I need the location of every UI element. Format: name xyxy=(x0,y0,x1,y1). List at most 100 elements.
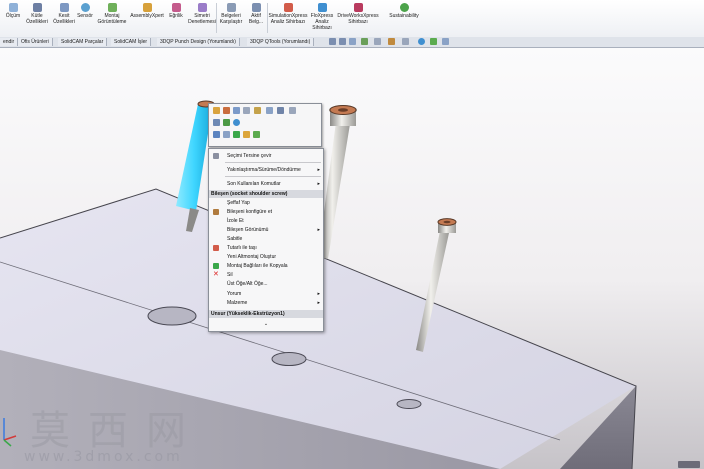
tab-office-products[interactable]: Ofis Ürünleri xyxy=(18,38,53,46)
menu-item-fix[interactable]: Sabitle xyxy=(209,235,323,243)
open-part-icon[interactable] xyxy=(213,107,220,114)
display-style-icon[interactable] xyxy=(388,38,395,45)
menu-item-copy-with-mates[interactable]: Montaj Bağlıları ile Kopyala xyxy=(209,262,323,270)
menu-item-new-subassembly[interactable]: Yeni Altmontaj Oluştur xyxy=(209,253,323,261)
context-menu: Seçimi Tersine çevir Yakınlaştırma/Sürüm… xyxy=(208,148,324,332)
menu-item-configure-component[interactable]: Bileşeni konfigüre et xyxy=(209,208,323,216)
previous-view-icon[interactable] xyxy=(349,38,356,45)
ribbon-button-assemblyxpert[interactable]: AssemblyXpert xyxy=(129,3,165,35)
edit-part-icon[interactable] xyxy=(223,107,230,114)
mass-properties-icon xyxy=(32,3,42,12)
mate-icon[interactable] xyxy=(254,107,261,114)
watermark-chinese: 莫西网 xyxy=(30,408,204,454)
section-properties-icon xyxy=(59,3,69,12)
menu-item-comment[interactable]: Yorum ▸ xyxy=(209,290,323,298)
ribbon-button-floxpress[interactable]: FloXpress Analiz Sihirbazı xyxy=(308,3,336,35)
ribbon-button-sustainability[interactable]: Sustainability xyxy=(386,3,422,35)
context-toolbar xyxy=(208,103,322,147)
assembly-visualization-icon xyxy=(107,3,117,12)
invert-selection-icon xyxy=(213,153,219,159)
configure-component-icon xyxy=(213,209,219,215)
chevron-down-icon: ⌄ xyxy=(263,321,269,327)
compare-documents-icon xyxy=(226,3,236,12)
menu-separator xyxy=(225,162,321,163)
smart-fastener-icon[interactable] xyxy=(253,131,260,138)
view-settings-icon[interactable] xyxy=(442,38,449,45)
change-transparency-icon[interactable] xyxy=(243,107,250,114)
watermark-url: www.3dmox.com xyxy=(24,449,183,465)
menu-separator xyxy=(225,176,321,177)
simulationxpress-icon xyxy=(283,3,293,12)
driveworksxpress-icon xyxy=(353,3,363,12)
component-properties-icon[interactable] xyxy=(277,107,284,114)
measure-icon xyxy=(8,3,18,12)
appearance-icon[interactable] xyxy=(289,107,296,114)
edit-appearance-icon[interactable] xyxy=(418,38,425,45)
tab-solidcam-operations[interactable]: SolidCAM İşler xyxy=(111,38,152,46)
zoom-to-area-icon[interactable] xyxy=(339,38,346,45)
menu-item-move-with-triad[interactable]: Tutarlı ile taşı xyxy=(209,244,323,252)
menu-item-zoom-pan-rotate[interactable]: Yakınlaştırma/Sürüme/Döndürme ▸ xyxy=(209,166,323,174)
apply-scene-icon[interactable] xyxy=(430,38,437,45)
menu-item-recent-commands[interactable]: Son Kullanılan Komutlar ▸ xyxy=(209,180,323,188)
ribbon-button-mass-properties[interactable]: Kütle Özellikleri xyxy=(24,3,50,35)
menu-item-invert-selection[interactable]: Seçimi Tersine çevir xyxy=(209,152,323,160)
menu-item-delete[interactable]: ✕ Sil xyxy=(209,271,323,279)
move-with-triad-icon xyxy=(213,245,219,251)
submenu-arrow-icon: ▸ xyxy=(317,181,320,187)
command-tab-strip: endir Ofis Ürünleri SolidCAM Parçalar So… xyxy=(0,37,704,48)
ribbon-button-simulationxpress[interactable]: SimulationXpress Analiz Sihirbazı xyxy=(268,3,308,35)
ribbon-button-measure[interactable]: Ölçüm xyxy=(0,3,26,35)
floxpress-icon xyxy=(317,3,327,12)
edit-color-icon[interactable] xyxy=(233,119,240,126)
submenu-arrow-icon: ▸ xyxy=(317,300,320,306)
menu-item-isolate[interactable]: İzole Et xyxy=(209,217,323,225)
ribbon-button-sensor[interactable]: Sensör xyxy=(75,3,95,35)
rotate-component-icon[interactable] xyxy=(243,131,250,138)
view-selector-icon[interactable] xyxy=(213,131,220,138)
ribbon-button-assembly-visualization[interactable]: Montaj Görüntüleme xyxy=(96,3,128,35)
ribbon-button-symmetry-check[interactable]: Simetri Denetlemesi xyxy=(188,3,216,35)
menu-expand-chevron[interactable]: ⌄ xyxy=(209,320,323,328)
menu-item-parent-child[interactable]: Üst Öğe/Alt Öğe... xyxy=(209,280,323,288)
delete-x-icon: ✕ xyxy=(213,271,219,278)
isolate-icon[interactable] xyxy=(223,119,230,126)
tab-solidcam-parts[interactable]: SolidCAM Parçalar xyxy=(58,38,108,46)
menu-item-material[interactable]: Malzeme ▸ xyxy=(209,299,323,307)
hole-2 xyxy=(271,352,307,366)
ribbon-button-curvature[interactable]: Eğrilik xyxy=(166,3,186,35)
tab-3dqp-qtools[interactable]: 3DQP QTools (Yorumlandı) xyxy=(247,38,315,46)
symmetry-check-icon xyxy=(197,3,207,12)
sustainability-icon xyxy=(399,3,409,12)
status-corner-button[interactable] xyxy=(678,461,700,468)
menu-item-make-transparent[interactable]: Şeffaf Yap xyxy=(209,199,323,207)
hide-component-icon[interactable] xyxy=(233,107,240,114)
tab-endir[interactable]: endir xyxy=(0,38,19,46)
hole-1 xyxy=(147,306,197,326)
zoom-to-selection-icon[interactable] xyxy=(213,119,220,126)
submenu-arrow-icon: ▸ xyxy=(317,167,320,173)
normal-to-icon[interactable] xyxy=(223,131,230,138)
hide-show-items-icon[interactable] xyxy=(402,38,409,45)
ribbon-button-section-properties[interactable]: Kesit Özellikleri xyxy=(51,3,77,35)
check-active-document-icon xyxy=(251,3,261,12)
ribbon-toolbar: Ölçüm Kütle Özellikleri Kesit Özellikler… xyxy=(0,0,704,38)
submenu-arrow-icon: ▸ xyxy=(317,291,320,297)
menu-section-component: Bileşen (socket shoulder screw) xyxy=(209,190,323,198)
smart-dimension-icon[interactable] xyxy=(266,107,273,114)
submenu-arrow-icon: ▸ xyxy=(317,227,320,233)
zoom-to-fit-icon[interactable] xyxy=(329,38,336,45)
view-orientation-icon[interactable] xyxy=(374,38,381,45)
ribbon-button-compare-documents[interactable]: Belgeleri Karşılaştır xyxy=(217,3,245,35)
assemblyxpert-icon xyxy=(142,3,152,12)
ribbon-button-driveworksxpress[interactable]: DriveWorksXpress Sihirbazı xyxy=(336,3,380,35)
menu-section-feature: Unsur (Yükseklik-Ekstrüzyon1) xyxy=(209,310,323,318)
copy-with-mates-icon xyxy=(213,263,219,269)
move-component-icon[interactable] xyxy=(233,131,240,138)
sensor-icon xyxy=(80,3,90,12)
section-view-icon[interactable] xyxy=(361,38,368,45)
ribbon-button-check-active-document[interactable]: Aktif Belg... xyxy=(246,3,266,35)
menu-item-component-display[interactable]: Bileşen Görünümü ▸ xyxy=(209,226,323,234)
curvature-icon xyxy=(171,3,181,12)
tab-3dqp-punch-design[interactable]: 3DQP Punch Design (Yorumlandı) xyxy=(157,38,240,46)
